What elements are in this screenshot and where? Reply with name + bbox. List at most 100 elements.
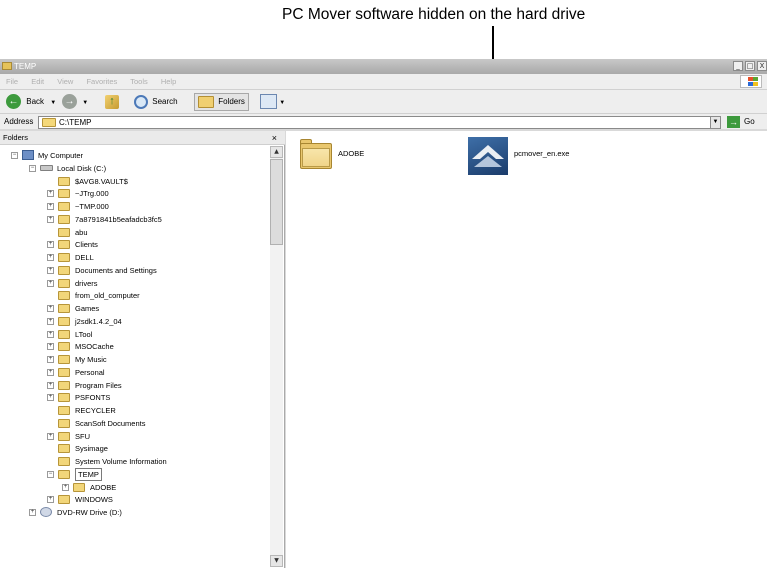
tree-item-label: System Volume Information — [75, 457, 167, 466]
folder-icon — [58, 253, 70, 262]
expander[interactable]: + — [47, 266, 54, 274]
expander[interactable]: + — [47, 381, 54, 389]
expander[interactable]: + — [47, 254, 54, 261]
tree-item-label: My Computer — [38, 151, 84, 160]
folder-icon — [58, 367, 70, 377]
tree-item-label: Games — [75, 304, 100, 313]
expander[interactable]: + — [47, 279, 54, 287]
tree-item-label: Documents and Settings — [75, 265, 157, 275]
menu-file[interactable]: File — [6, 77, 18, 86]
title-bar[interactable]: TEMP _ □ X — [0, 59, 767, 74]
folder-icon — [58, 418, 70, 428]
scroll-thumb[interactable] — [270, 159, 283, 245]
expander[interactable]: + — [29, 509, 36, 516]
folder-icon — [58, 202, 70, 211]
up-arrow-icon: ↑ — [105, 94, 119, 109]
expander[interactable]: + — [47, 317, 54, 325]
chevron-down-icon: ▼ — [279, 100, 286, 106]
views-icon — [260, 94, 277, 110]
address-input[interactable]: C:\TEMP — [38, 116, 721, 129]
menu-tools[interactable]: Tools — [130, 77, 148, 86]
expander[interactable]: + — [47, 432, 54, 440]
callout-caption: PC Mover software hidden on the hard dri… — [282, 6, 586, 23]
go-arrow-icon[interactable]: → — [727, 116, 740, 128]
tree-item-label: Personal — [75, 367, 105, 377]
forward-arrow-icon: → — [62, 94, 77, 110]
file-item-label: ADOBE — [338, 149, 365, 158]
chevron-down-icon: ▼ — [82, 100, 89, 106]
expander[interactable]: + — [47, 203, 54, 210]
expander[interactable]: − — [29, 165, 36, 172]
search-label: Search — [152, 97, 178, 106]
folders-scrollbar[interactable]: ▲ ▼ — [270, 146, 283, 567]
close-button[interactable]: X — [757, 61, 767, 71]
menu-help[interactable]: Help — [161, 77, 176, 86]
tree-item-label: WINDOWS — [75, 495, 113, 505]
expander[interactable]: + — [47, 496, 54, 504]
expander[interactable]: − — [11, 152, 18, 159]
folder-icon — [58, 278, 70, 288]
folder-icon — [58, 406, 70, 415]
computer-icon — [22, 150, 34, 160]
tree-item-label: DVD-RW Drive (D:) — [57, 508, 122, 517]
views-button[interactable]: ▼ — [260, 94, 285, 110]
tree-item-label: TEMP — [75, 467, 102, 481]
expander[interactable]: + — [62, 483, 69, 491]
tree-item-label: PSFONTS — [75, 393, 111, 403]
folder-icon — [58, 240, 70, 250]
tree-item-label: ~TMP.000 — [75, 202, 109, 211]
maximize-button[interactable]: □ — [745, 61, 755, 71]
tree-item-label: ~JTrg.000 — [75, 189, 109, 199]
folder-icon — [58, 265, 70, 275]
address-label: Address — [4, 117, 34, 126]
address-dropdown-button[interactable]: ▼ — [710, 116, 721, 129]
expander[interactable]: + — [47, 305, 54, 312]
scroll-up-button[interactable]: ▲ — [270, 146, 283, 158]
expander[interactable]: + — [47, 190, 54, 198]
expander[interactable]: + — [47, 394, 54, 402]
folder-icon — [58, 495, 70, 505]
window-title: TEMP — [14, 62, 37, 71]
windows-logo-icon — [740, 75, 762, 88]
folder-icon — [58, 469, 70, 479]
expander[interactable]: + — [47, 241, 54, 249]
tree-item-label: 7a8791841b5eafadcb3fc5 — [75, 214, 162, 224]
folder-icon — [58, 355, 70, 364]
close-icon[interactable]: × — [272, 131, 277, 145]
expander[interactable]: + — [47, 356, 54, 363]
folder-icon — [58, 227, 70, 237]
tree-item-label: abu — [75, 227, 88, 237]
folder-icon — [73, 482, 85, 492]
expander[interactable]: + — [47, 343, 54, 351]
back-arrow-icon: ← — [6, 94, 21, 110]
go-button[interactable]: Go — [744, 114, 755, 130]
folder-icon — [42, 118, 56, 127]
menu-edit[interactable]: Edit — [31, 77, 44, 86]
folder-icon — [2, 62, 12, 70]
back-label: Back — [26, 97, 45, 106]
back-button[interactable]: ← Back ▼ — [6, 94, 56, 110]
expander[interactable]: + — [47, 215, 54, 223]
forward-button[interactable]: → ▼ — [62, 94, 88, 110]
scroll-down-button[interactable]: ▼ — [270, 555, 283, 567]
expander[interactable]: + — [47, 368, 54, 376]
file-item-label: pcmover_en.exe — [514, 149, 570, 158]
menu-view[interactable]: View — [57, 77, 73, 86]
pcmover-app-icon — [468, 137, 508, 175]
folders-pane-title: Folders — [3, 133, 29, 142]
minimize-button[interactable]: _ — [733, 61, 743, 71]
tree-item-label: Local Disk (C:) — [57, 164, 107, 173]
menu-favorites[interactable]: Favorites — [86, 77, 117, 86]
folder-icon — [300, 139, 332, 169]
folders-icon — [198, 95, 214, 108]
folder-icon — [58, 291, 70, 301]
folder-icon — [58, 189, 70, 199]
dvd-drive-icon — [40, 507, 52, 517]
search-button[interactable]: Search — [134, 94, 178, 110]
folder-icon — [58, 380, 70, 390]
up-folder-button[interactable]: ↑ — [105, 94, 119, 110]
folders-button[interactable]: Folders — [194, 93, 249, 111]
tree-item-label: ScanSoft Documents — [75, 418, 146, 428]
expander[interactable]: + — [47, 330, 54, 338]
expander[interactable]: − — [47, 470, 54, 478]
